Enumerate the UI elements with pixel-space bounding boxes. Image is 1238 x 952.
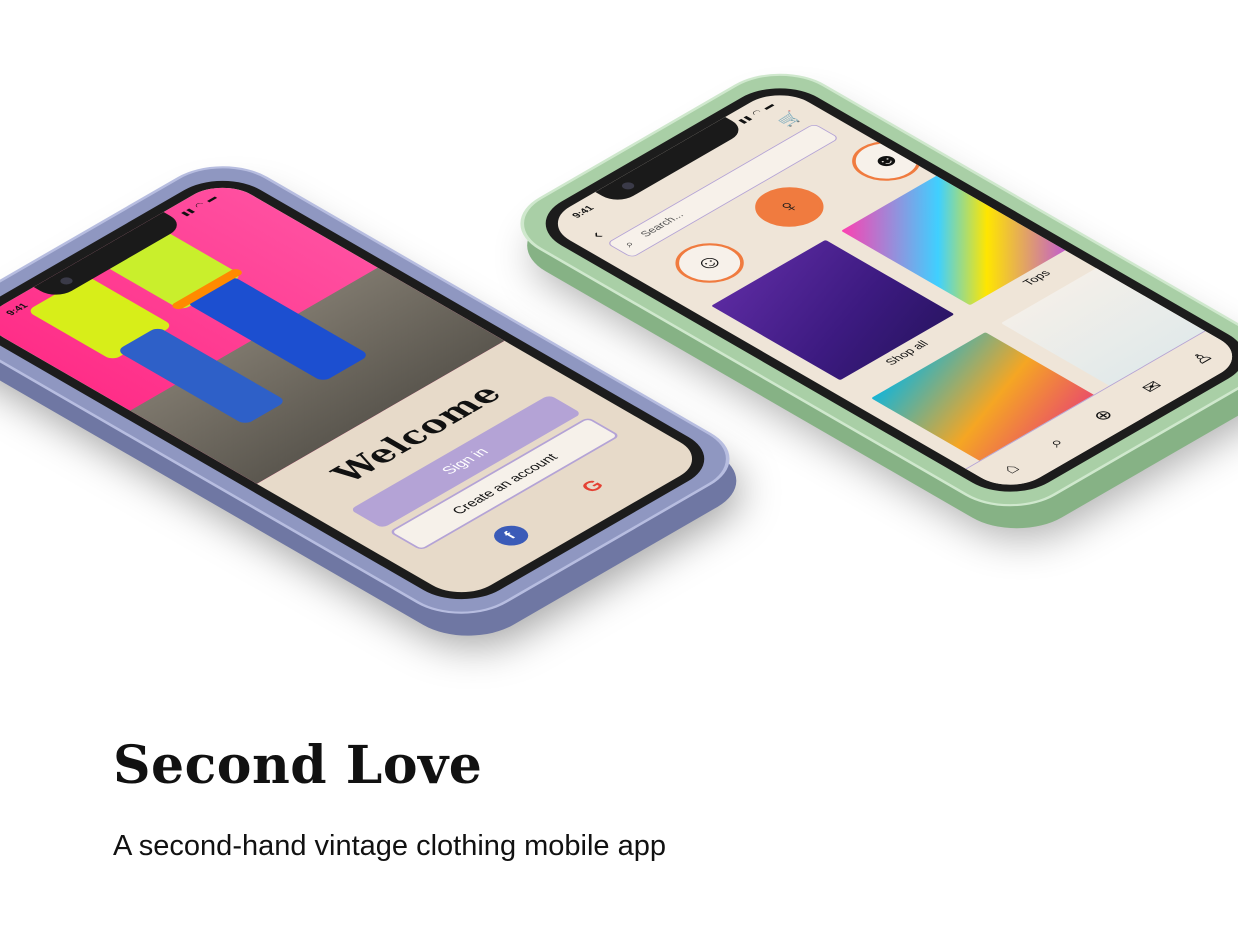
app-title: Second Love (113, 735, 483, 796)
apple-icon[interactable] (520, 493, 568, 521)
camera-icon (57, 275, 76, 286)
home-icon[interactable]: ⌂ (997, 461, 1024, 477)
men-icon[interactable]: ☺ (661, 235, 758, 291)
add-icon[interactable]: ⊕ (1088, 406, 1119, 424)
women-icon[interactable]: ♀ (741, 179, 838, 235)
mockup-stage: 9:41 ▮▮ ◠ ▬ Welcome Sign in Create an ac… (0, 0, 1238, 952)
status-icons: ▮▮ ◠ ▬ (735, 100, 778, 125)
kids-icon[interactable]: ☻ (837, 133, 935, 189)
camera-icon (619, 180, 637, 191)
mail-icon[interactable]: ✉ (1137, 378, 1168, 396)
profile-icon[interactable]: ♙ (1186, 349, 1218, 367)
search-placeholder: Search... (638, 210, 687, 239)
status-time: 9:41 (570, 204, 597, 220)
search-icon: ⌕ (619, 238, 638, 250)
search-icon[interactable]: ⌕ (1043, 435, 1070, 450)
google-icon[interactable]: G (569, 472, 617, 500)
app-subtitle: A second-hand vintage clothing mobile ap… (113, 830, 666, 862)
facebook-icon[interactable]: f (486, 521, 535, 550)
cart-icon[interactable]: 🛒 (773, 109, 807, 129)
back-icon[interactable]: ‹ (586, 228, 609, 241)
